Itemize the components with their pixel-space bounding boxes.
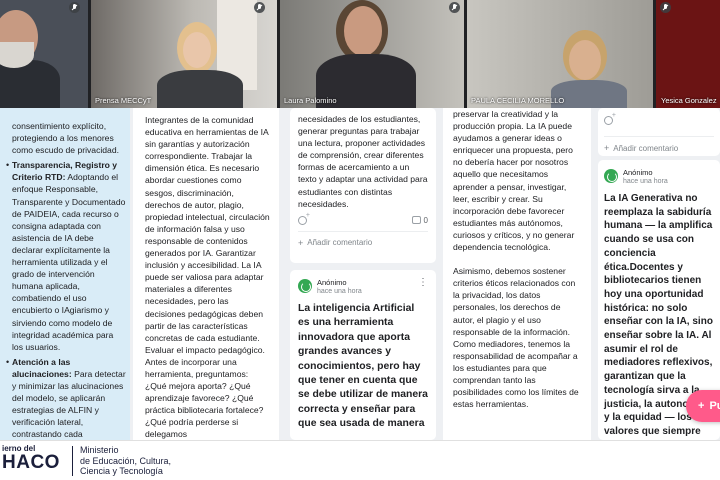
create-post-button[interactable]: + Pu bbox=[686, 390, 720, 422]
mic-muted-icon bbox=[449, 2, 460, 13]
post-column-d[interactable]: preservar la creatividad y la producción… bbox=[443, 108, 591, 440]
post-column-a[interactable]: consentimiento explícito, protegiendo a … bbox=[0, 108, 130, 440]
video-tile-3[interactable]: Laura Palomino bbox=[280, 0, 464, 108]
video-tile-1[interactable] bbox=[0, 0, 88, 108]
add-comment-button[interactable]: + Añadir comentario bbox=[604, 136, 714, 153]
post-column-c: necesidades de los estudiantes, generar … bbox=[290, 108, 436, 440]
comment-icon bbox=[411, 216, 421, 225]
video-tile-4[interactable]: PAULA CECILIA MORELLO bbox=[467, 0, 653, 108]
government-logo: HACO bbox=[2, 452, 60, 473]
bullet-title: Atención a las alucinaciones: bbox=[12, 356, 72, 379]
post-text: Asimismo, debemos sostener criterios éti… bbox=[453, 266, 579, 410]
add-reaction-icon[interactable] bbox=[604, 112, 616, 125]
post-card[interactable]: + Añadir comentario bbox=[598, 108, 720, 156]
add-comment-button[interactable]: + Añadir comentario bbox=[298, 230, 428, 248]
plus-icon: + bbox=[298, 237, 304, 248]
post-card[interactable]: necesidades de los estudiantes, generar … bbox=[290, 108, 436, 263]
post-text: Integrantes de la comunidad educativa en… bbox=[145, 115, 270, 440]
post-timestamp: hace una hora bbox=[623, 178, 668, 185]
video-tile-5[interactable]: Yesica Gonzalez bbox=[656, 0, 720, 108]
post-column-b[interactable]: Integrantes de la comunidad educativa en… bbox=[133, 108, 279, 440]
participant-name: Prensa MECCyT bbox=[95, 96, 152, 105]
padlet-board: consentimiento explícito, protegiendo a … bbox=[0, 108, 720, 464]
ministry-name: Ministerio de Educación, Cultura, Cienci… bbox=[80, 445, 172, 476]
post-author: Anónimo bbox=[623, 168, 653, 177]
post-text: preservar la creatividad y la producción… bbox=[453, 109, 575, 253]
divider bbox=[72, 446, 73, 476]
video-strip: Prensa MECCyT Laura Palomino PAULA CECIL… bbox=[0, 0, 720, 108]
participant-name: Laura Palomino bbox=[284, 96, 337, 105]
video-tile-2[interactable]: Prensa MECCyT bbox=[91, 0, 277, 108]
post-card[interactable]: Anónimo hace una hora ⋮ La inteligencia … bbox=[290, 270, 436, 440]
post-text: necesidades de los estudiantes, generar … bbox=[298, 114, 428, 209]
plus-icon: + bbox=[604, 143, 610, 153]
post-text: consentimiento explícito, protegiendo a … bbox=[12, 121, 120, 156]
post-text: La IA Generativa no reemplaza la sabidur… bbox=[604, 193, 713, 464]
bullet-body: Para detectar y minimizar las alucinacio… bbox=[12, 368, 126, 440]
anonymous-avatar-icon bbox=[298, 279, 312, 293]
plus-icon: + bbox=[698, 400, 705, 412]
more-options-icon[interactable]: ⋮ bbox=[418, 278, 428, 288]
post-text: La inteligencia Artificial es una herram… bbox=[298, 303, 428, 430]
mic-muted-icon bbox=[69, 2, 80, 13]
participant-name: Yesica Gonzalez bbox=[661, 96, 717, 105]
mic-muted-icon bbox=[254, 2, 265, 13]
meeting-screen: Prensa MECCyT Laura Palomino PAULA CECIL… bbox=[0, 0, 720, 480]
footer-banner: ierno del HACO Ministerio de Educación, … bbox=[0, 440, 720, 480]
post-timestamp: hace una hora bbox=[317, 288, 362, 295]
post-author: Anónimo bbox=[317, 278, 347, 287]
mic-muted-icon bbox=[660, 2, 671, 13]
comment-count[interactable]: 0 bbox=[411, 216, 428, 225]
add-reaction-icon[interactable] bbox=[298, 212, 310, 225]
participant-name: PAULA CECILIA MORELLO bbox=[471, 96, 565, 105]
list-item: • Transparencia, Registro y Criterio RTD… bbox=[6, 159, 126, 353]
anonymous-avatar-icon bbox=[604, 169, 618, 183]
list-item: • Atención a las alucinaciones: Para det… bbox=[6, 356, 126, 441]
bullet-body: Adoptando el enfoque Responsable, Transp… bbox=[12, 172, 126, 352]
